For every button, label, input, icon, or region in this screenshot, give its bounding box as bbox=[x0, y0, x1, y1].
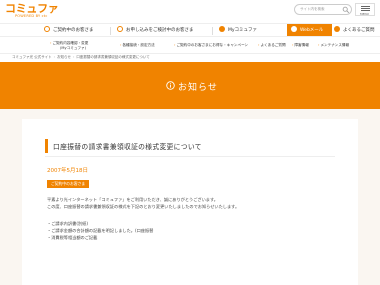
breadcrumb: コミュファ光 公式サイト › お知らせ › 口座振替の請求書兼領収証の様式変更について bbox=[12, 55, 150, 60]
user-icon bbox=[44, 25, 50, 32]
nav-item-my-commufa[interactable]: Myコミュファ bbox=[219, 25, 258, 36]
subnav-campaign[interactable]: ›ご契約中のお客さまにお得な・キャンペーン bbox=[174, 43, 248, 48]
subnav-label: ご契約内容確認・変更 bbox=[52, 41, 89, 45]
search-icon[interactable] bbox=[342, 6, 350, 14]
page-title: お知らせ bbox=[178, 83, 218, 93]
subnav-maintenance-info[interactable]: ›メンテナンス情報 bbox=[318, 43, 349, 48]
site-header: コミュファ POWERED BY ctc サイト内を検索 MENU bbox=[0, 0, 380, 22]
breadcrumb-news[interactable]: お知らせ bbox=[57, 55, 71, 59]
menu-line bbox=[361, 8, 370, 9]
menu-button[interactable]: MENU bbox=[355, 3, 375, 16]
subnav-label: メンテナンス情報 bbox=[320, 43, 350, 47]
nav-label: Myコミュファ bbox=[228, 28, 258, 33]
title-accent-bar bbox=[45, 139, 48, 153]
main-nav: ご契約中のお客さま お申し込みをご検討中のお客さま Myコミュファ Webメール… bbox=[0, 23, 380, 37]
sub-nav: ›ご契約内容確認・変更 (Myコミュファ) ›各種接続・設定方法 ›ご契約中のお… bbox=[0, 38, 380, 54]
search-placeholder: サイト内を検索 bbox=[300, 7, 325, 11]
logo-subtext: POWERED BY ctc bbox=[15, 14, 48, 18]
subnav-contract-info[interactable]: ›ご契約内容確認・変更 (Myコミュファ) bbox=[50, 41, 88, 50]
info-icon bbox=[166, 81, 175, 90]
subnav-faq[interactable]: ›よくあるご質問 bbox=[258, 43, 286, 48]
nav-item-current-customers[interactable]: ご契約中のお客さま bbox=[44, 25, 94, 36]
mail-icon bbox=[291, 25, 297, 32]
breadcrumb-current: 口座振替の請求書兼領収証の様式変更について bbox=[76, 55, 150, 59]
nav-label: Webメール bbox=[300, 28, 324, 33]
article-paragraph: ・ご請求内訳書(別紙) bbox=[47, 221, 88, 226]
subnav-label: ご契約中のお客さまにお得な・キャンペーン bbox=[176, 43, 249, 47]
document-icon bbox=[117, 25, 123, 32]
breadcrumb-separator: › bbox=[53, 55, 56, 59]
nav-item-prospective-customers[interactable]: お申し込みをご検討中のお客さま bbox=[117, 25, 194, 36]
article-title: 口座振替の請求書兼領収証の様式変更について bbox=[53, 143, 202, 151]
nav-label: ご契約中のお客さま bbox=[53, 28, 94, 33]
subnav-label: 各種接続・設定方法 bbox=[122, 43, 155, 47]
nav-divider bbox=[212, 27, 213, 35]
nav-item-faq[interactable]: よくあるご質問 bbox=[334, 25, 375, 36]
search-box[interactable]: サイト内を検索 bbox=[294, 4, 352, 15]
page-banner: お知らせ bbox=[0, 62, 380, 109]
nav-divider bbox=[110, 27, 111, 35]
article-paragraph: 平素より光インターネット「コミュファ」をご利用いただき、誠にありがとうございます… bbox=[47, 197, 218, 202]
article-paragraph: この度、口座振替の請求書兼領収証の様式を下記のとおり変更いたしましたのでお知らせ… bbox=[47, 204, 240, 209]
question-icon bbox=[334, 25, 340, 32]
nav-label: お申し込みをご検討中のお客さま bbox=[126, 28, 194, 33]
my-commufa-icon bbox=[219, 25, 225, 32]
article-paragraph: ・ご請求金額の合計額の記載を明記しました。(口座振替 bbox=[47, 228, 154, 233]
nav-label: よくあるご質問 bbox=[343, 28, 375, 33]
breadcrumb-separator: › bbox=[72, 55, 75, 59]
breadcrumb-home[interactable]: コミュファ光 公式サイト bbox=[12, 55, 52, 59]
subnav-label: 障害情報 bbox=[294, 43, 309, 47]
subnav-outage-info[interactable]: ›障害情報 bbox=[292, 43, 309, 48]
menu-line bbox=[361, 6, 370, 7]
article-date: 2007年5月18日 bbox=[47, 168, 88, 174]
menu-label: MENU bbox=[360, 12, 369, 16]
subnav-connection-settings[interactable]: ›各種接続・設定方法 bbox=[120, 43, 155, 48]
divider bbox=[45, 156, 335, 157]
category-tag: ご契約中のお客さま bbox=[47, 180, 90, 188]
site-logo[interactable]: コミュファ bbox=[5, 3, 59, 14]
subnav-label: よくあるご質問 bbox=[260, 43, 286, 47]
article-paragraph: ・消費税等相当額のご記載 bbox=[47, 235, 98, 240]
menu-line bbox=[361, 10, 370, 11]
nav-item-webmail[interactable]: Webメール bbox=[291, 25, 327, 36]
subnav-label-sub: (Myコミュファ) bbox=[60, 45, 86, 50]
